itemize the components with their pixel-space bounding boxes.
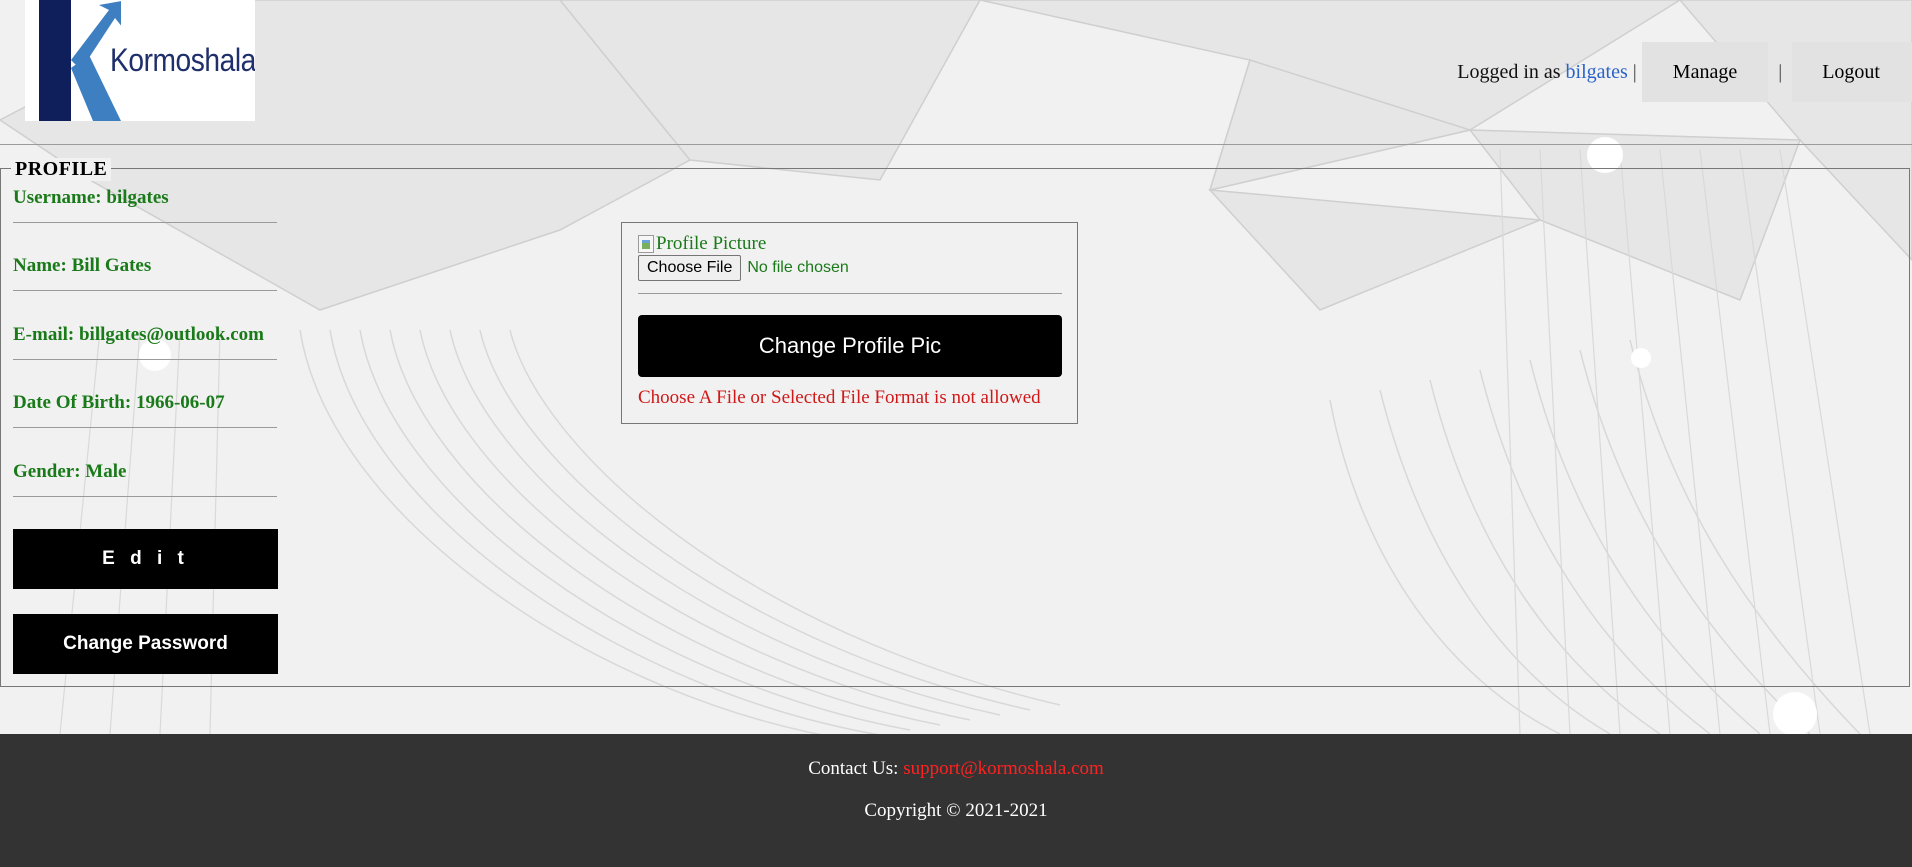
header-divider (0, 144, 1912, 145)
file-status: No file chosen (747, 259, 849, 276)
name-field: Name: Bill Gates (13, 255, 277, 291)
profile-picture-alt: Profile Picture (656, 233, 767, 254)
support-email-link[interactable]: support@kormoshala.com (903, 758, 1104, 779)
email-field: E-mail: billgates@outlook.com (13, 324, 277, 360)
manage-button[interactable]: Manage (1641, 42, 1769, 102)
field-label: Name: (13, 255, 67, 276)
nav-separator: | (1632, 60, 1637, 83)
footer: Contact Us: support@kormoshala.com Copyr… (0, 734, 1912, 867)
kormoshala-logo-icon (39, 0, 121, 121)
edit-button[interactable]: E d i t (13, 529, 278, 589)
profile-picture: Profile Picture (638, 233, 766, 255)
gender-field: Gender: Male (13, 461, 277, 497)
field-value: Male (85, 461, 127, 482)
logged-in-label: Logged in as (1457, 60, 1561, 83)
upload-error-message: Choose A File or Selected File Format is… (638, 387, 1041, 408)
profile-picture-panel: Profile Picture Choose File No file chos… (621, 222, 1078, 424)
footer-contact: Contact Us: support@kormoshala.com (0, 758, 1912, 780)
change-password-button[interactable]: Change Password (13, 614, 278, 674)
field-label: Username: (13, 187, 102, 208)
field-value: 1966-06-07 (135, 392, 225, 413)
broken-image-icon (638, 235, 654, 253)
picture-divider (638, 293, 1062, 294)
field-value: billgates@outlook.com (78, 324, 264, 345)
field-label: E-mail: (13, 324, 75, 345)
change-profile-pic-button[interactable]: Change Profile Pic (638, 315, 1062, 377)
profile-fieldset: PROFILE Username: bilgates Name: Bill Ga… (0, 158, 1910, 687)
field-label: Date Of Birth: (13, 392, 132, 413)
dob-field: Date Of Birth: 1966-06-07 (13, 392, 277, 428)
site-logo[interactable]: Kormoshala (25, 0, 255, 121)
logout-button[interactable]: Logout (1792, 42, 1912, 102)
field-value: Bill Gates (71, 255, 152, 276)
profile-legend: PROFILE (11, 158, 112, 181)
field-label: Gender: (13, 461, 81, 482)
choose-file-button[interactable]: Choose File (638, 255, 742, 281)
field-value: bilgates (106, 187, 169, 208)
file-input: Choose File No file chosen (638, 255, 849, 281)
username-field: Username: bilgates (13, 187, 277, 223)
nav-separator: | (1778, 60, 1783, 83)
logo-text: Kormoshala (110, 42, 255, 78)
top-nav: Logged in as bilgates | Manage | Logout (1457, 42, 1912, 102)
contact-label: Contact Us: (808, 758, 899, 779)
copyright-text: Copyright © 2021-2021 (864, 800, 1048, 821)
username-link[interactable]: bilgates (1566, 61, 1628, 84)
